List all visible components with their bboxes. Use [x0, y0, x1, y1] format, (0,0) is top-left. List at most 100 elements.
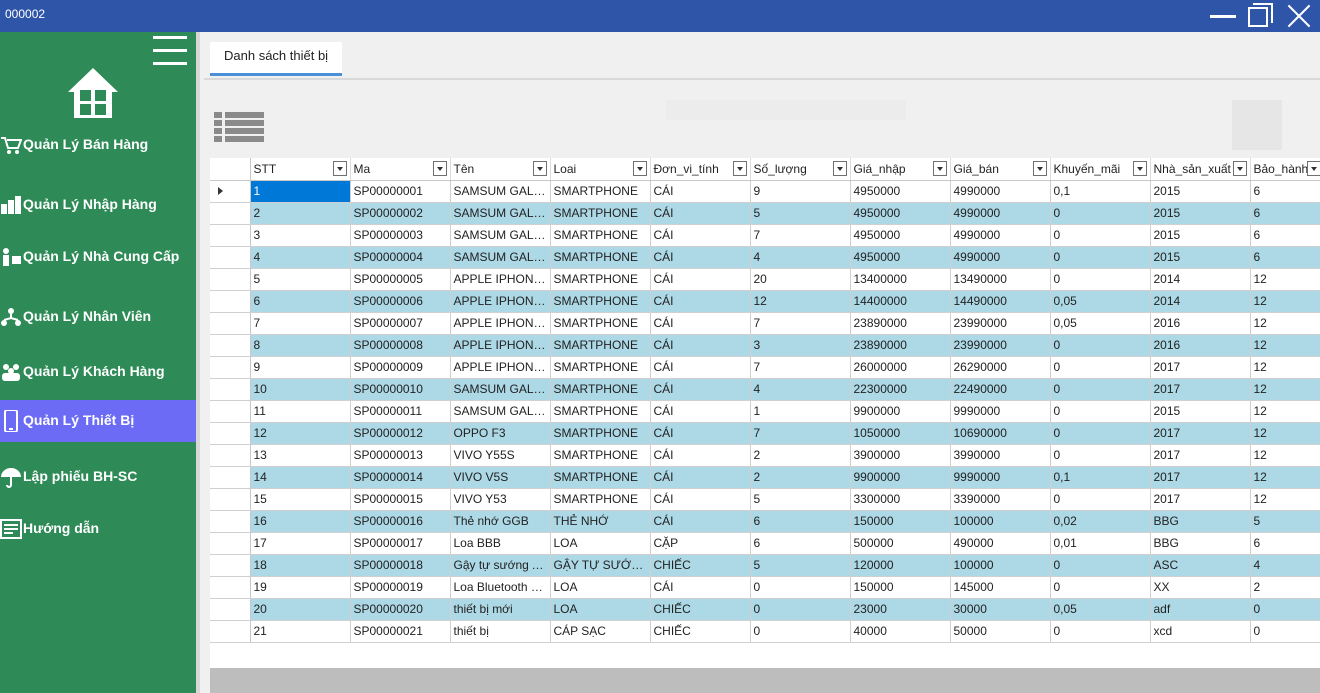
list-view-icon[interactable]	[214, 112, 264, 142]
table-cell[interactable]: 150000	[850, 510, 951, 533]
table-cell[interactable]: 11	[250, 400, 351, 423]
table-cell[interactable]: 0,1	[1050, 180, 1151, 203]
table-cell[interactable]: 5	[1250, 510, 1320, 533]
row-header[interactable]	[210, 224, 251, 247]
row-header[interactable]	[210, 554, 251, 577]
table-cell[interactable]: 2017	[1150, 466, 1251, 489]
table-cell[interactable]: 150000	[850, 576, 951, 599]
table-cell[interactable]: 30000	[950, 598, 1051, 621]
table-cell[interactable]: VIVO V5S	[450, 466, 551, 489]
table-cell[interactable]: SP00000010	[350, 378, 451, 401]
row-header[interactable]	[210, 378, 251, 401]
table-row[interactable]: 17 SP00000017 Loa BBB LOA CẶP 6 500000 490000 0,…	[210, 532, 1320, 555]
table-cell[interactable]: SP00000001	[350, 180, 451, 203]
table-cell[interactable]: SMARTPHONE	[550, 290, 651, 313]
table-cell[interactable]: 26000000	[850, 356, 951, 379]
table-cell[interactable]: 17	[250, 532, 351, 555]
table-cell[interactable]: SAMSUM GALA...	[450, 246, 551, 269]
table-cell[interactable]: 2017	[1150, 444, 1251, 467]
table-cell[interactable]: 12	[1250, 444, 1320, 467]
table-cell[interactable]: 4	[250, 246, 351, 269]
table-cell[interactable]: 1050000	[850, 422, 951, 445]
table-cell[interactable]: SMARTPHONE	[550, 444, 651, 467]
home-icon[interactable]	[66, 66, 120, 120]
table-row[interactable]: 3 SP00000003 SAMSUM GALA... SMARTPHONE CÁI 7 4…	[210, 224, 1320, 247]
table-cell[interactable]: 9900000	[850, 466, 951, 489]
table-cell[interactable]: 10	[250, 378, 351, 401]
row-header[interactable]	[210, 620, 251, 643]
table-cell[interactable]: LOA	[550, 532, 651, 555]
table-cell[interactable]: 0	[1050, 224, 1151, 247]
table-cell[interactable]: 0,1	[1050, 466, 1151, 489]
table-cell[interactable]: thiết bị	[450, 620, 551, 643]
table-cell[interactable]: 14	[250, 466, 351, 489]
table-cell[interactable]: CÁI	[650, 312, 751, 335]
table-cell[interactable]: 12	[1250, 268, 1320, 291]
table-cell[interactable]: 3300000	[850, 488, 951, 511]
table-cell[interactable]: CÁI	[650, 290, 751, 313]
row-header[interactable]	[210, 466, 251, 489]
table-cell[interactable]: 4	[750, 246, 851, 269]
table-cell[interactable]: 3990000	[950, 444, 1051, 467]
minimize-icon[interactable]	[1204, 0, 1240, 32]
table-cell[interactable]: CÁI	[650, 224, 751, 247]
table-row[interactable]: 4 SP00000004 SAMSUM GALA... SMARTPHONE CÁI 4 4…	[210, 246, 1320, 269]
table-cell[interactable]: SP00000021	[350, 620, 451, 643]
table-cell[interactable]: SAMSUM GALA...	[450, 378, 551, 401]
table-cell[interactable]: ASC	[1150, 554, 1251, 577]
table-cell[interactable]: SP00000007	[350, 312, 451, 335]
row-header[interactable]	[210, 312, 251, 335]
table-cell[interactable]: 18	[250, 554, 351, 577]
table-cell[interactable]: 50000	[950, 620, 1051, 643]
table-cell[interactable]: SP00000009	[350, 356, 451, 379]
row-header[interactable]	[210, 268, 251, 291]
table-cell[interactable]: 2017	[1150, 356, 1251, 379]
table-cell[interactable]: 0,01	[1050, 532, 1151, 555]
table-row[interactable]: 11 SP00000011 SAMSUM GALA... SMARTPHONE CÁI 1…	[210, 400, 1320, 423]
table-cell[interactable]: 2015	[1150, 400, 1251, 423]
table-cell[interactable]: SMARTPHONE	[550, 356, 651, 379]
table-cell[interactable]: 23890000	[850, 312, 951, 335]
table-row[interactable]: 5 SP00000005 APPLE IPHONE ... SMARTPHONE CÁI…	[210, 268, 1320, 291]
table-cell[interactable]: CHIẾC	[650, 598, 751, 621]
table-cell[interactable]: 2014	[1150, 268, 1251, 291]
table-cell[interactable]: BBG	[1150, 532, 1251, 555]
table-cell[interactable]: 6	[1250, 180, 1320, 203]
table-cell[interactable]: SP00000015	[350, 488, 451, 511]
table-row[interactable]: 6 SP00000006 APPLE IPHONE ... SMARTPHONE CÁI…	[210, 290, 1320, 313]
table-cell[interactable]: SP00000003	[350, 224, 451, 247]
table-cell[interactable]: OPPO F3	[450, 422, 551, 445]
table-cell[interactable]: Loa BBB	[450, 532, 551, 555]
table-cell[interactable]: SP00000002	[350, 202, 451, 225]
table-cell[interactable]: 19	[250, 576, 351, 599]
table-cell[interactable]: 8	[250, 334, 351, 357]
table-cell[interactable]: 23990000	[950, 312, 1051, 335]
close-icon[interactable]	[1280, 0, 1316, 32]
table-cell[interactable]: 0	[1050, 444, 1151, 467]
maximize-icon[interactable]	[1242, 0, 1278, 32]
table-row[interactable]: 8 SP00000008 APPLE IPHONE ... SMARTPHONE CÁI…	[210, 334, 1320, 357]
column-header[interactable]: Giá_bán	[950, 158, 1051, 181]
table-cell[interactable]: 12	[1250, 400, 1320, 423]
table-cell[interactable]: SMARTPHONE	[550, 224, 651, 247]
table-cell[interactable]: SMARTPHONE	[550, 488, 651, 511]
table-cell[interactable]: XX	[1150, 576, 1251, 599]
table-cell[interactable]: THẺ NHỚ	[550, 510, 651, 533]
table-cell[interactable]: 0	[750, 576, 851, 599]
table-cell[interactable]: 13490000	[950, 268, 1051, 291]
table-cell[interactable]: BBG	[1150, 510, 1251, 533]
table-cell[interactable]: 9990000	[950, 466, 1051, 489]
row-header[interactable]	[210, 400, 251, 423]
table-cell[interactable]: 3	[750, 334, 851, 357]
table-cell[interactable]: CÁI	[650, 422, 751, 445]
table-cell[interactable]: 22490000	[950, 378, 1051, 401]
column-header[interactable]: Ma	[350, 158, 451, 181]
table-cell[interactable]: 0	[750, 598, 851, 621]
table-row[interactable]: 19 SP00000019 Loa Bluetooth Se... LOA CÁI 0 15…	[210, 576, 1320, 599]
table-cell[interactable]: CÁI	[650, 488, 751, 511]
sidebar-item-6[interactable]: Quản Lý Thiết Bị	[0, 400, 196, 442]
table-cell[interactable]: 5	[750, 554, 851, 577]
device-grid[interactable]: STT Ma Tên Loai Đơn_vi_tính Số_lượng Giá_nhập G…	[210, 158, 1320, 668]
table-cell[interactable]: 23890000	[850, 334, 951, 357]
sidebar-item-5[interactable]: Quản Lý Khách Hàng	[0, 351, 196, 393]
